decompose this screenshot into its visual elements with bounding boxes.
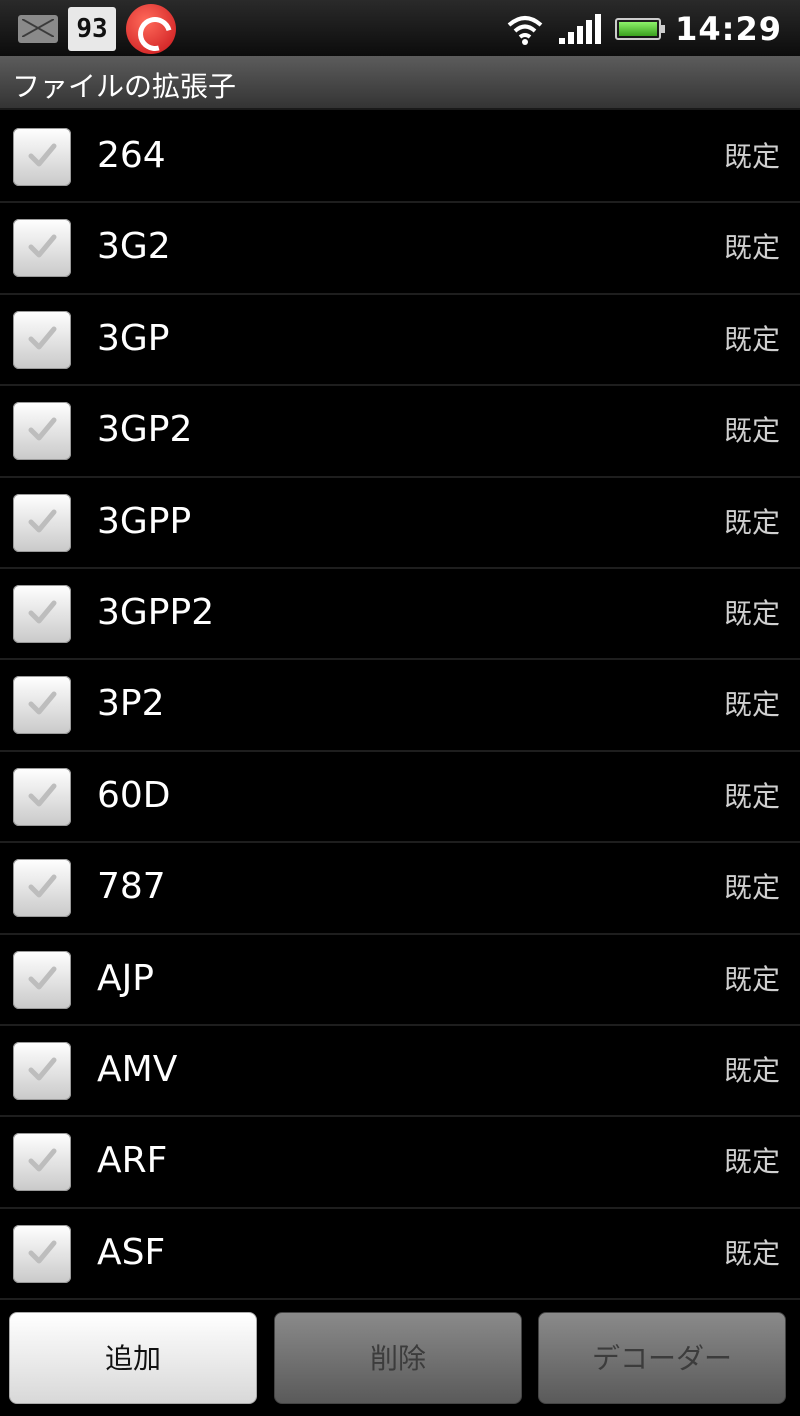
checkbox[interactable] <box>13 493 71 552</box>
default-tag: 既定 <box>723 322 780 356</box>
extension-label: 60D <box>97 774 171 816</box>
page-title: ファイルの拡張子 <box>12 70 237 103</box>
default-tag: 既定 <box>723 1145 780 1179</box>
signal-icon <box>559 14 602 44</box>
list-item[interactable]: 3P2 既定 <box>0 660 800 752</box>
default-tag: 既定 <box>723 140 780 173</box>
default-tag: 既定 <box>723 231 780 265</box>
wifi-icon <box>507 16 543 45</box>
mail-icon <box>18 15 58 43</box>
check-icon <box>28 783 57 807</box>
default-tag: 既定 <box>723 505 780 539</box>
checkbox[interactable] <box>13 1224 71 1283</box>
checkbox[interactable] <box>13 402 71 461</box>
check-icon <box>28 1240 57 1264</box>
list-item[interactable]: 3GP2 既定 <box>0 386 800 478</box>
extension-label: 3GP2 <box>97 409 193 451</box>
extension-label: 3GPP2 <box>97 591 215 633</box>
title-bar: ファイルの拡張子 <box>0 56 800 110</box>
checkbox[interactable] <box>13 859 71 918</box>
checkbox[interactable] <box>13 767 71 826</box>
checkbox[interactable] <box>13 584 71 643</box>
checkbox[interactable] <box>13 1133 71 1192</box>
extension-label: 3GPP <box>97 500 192 542</box>
battery-fill <box>619 22 658 36</box>
checkbox[interactable] <box>13 1041 71 1100</box>
extension-label: 264 <box>97 135 166 176</box>
status-bar: 93 14:29 <box>0 0 800 56</box>
calendar-icon: 93 <box>68 7 116 51</box>
check-icon <box>28 417 57 441</box>
extension-label: 3P2 <box>97 683 165 725</box>
list-item[interactable]: 264 既定 <box>0 112 800 204</box>
extension-label: 3G2 <box>97 226 171 268</box>
default-tag: 既定 <box>723 871 780 905</box>
checkbox[interactable] <box>13 676 71 735</box>
list-item[interactable]: ASF 既定 <box>0 1209 800 1301</box>
default-tag: 既定 <box>723 414 780 448</box>
checkbox[interactable] <box>13 128 71 186</box>
clock: 14:29 <box>675 10 782 48</box>
decoder-button[interactable]: デコーダー <box>538 1312 786 1404</box>
delete-button[interactable]: 削除 <box>274 1312 522 1404</box>
extension-label: AMV <box>97 1048 178 1090</box>
list-item[interactable]: 787 既定 <box>0 843 800 935</box>
list-item[interactable]: 3GPP 既定 <box>0 478 800 569</box>
trend-micro-icon <box>126 4 176 54</box>
check-icon <box>28 326 57 350</box>
default-tag: 既定 <box>723 688 780 722</box>
checkbox[interactable] <box>13 950 71 1009</box>
add-button[interactable]: 追加 <box>9 1312 257 1404</box>
default-tag: 既定 <box>723 962 780 996</box>
check-icon <box>28 874 57 898</box>
notification-icons: 93 <box>18 4 176 54</box>
extension-label: ASF <box>97 1231 166 1273</box>
check-icon <box>28 600 57 624</box>
check-icon <box>28 509 57 533</box>
default-tag: 既定 <box>723 1053 780 1087</box>
list-item[interactable]: 60D 既定 <box>0 752 800 844</box>
system-icons: 14:29 <box>505 6 782 52</box>
checkbox[interactable] <box>13 219 71 278</box>
default-tag: 既定 <box>723 596 780 630</box>
check-icon <box>28 143 57 167</box>
list-item[interactable]: ARF 既定 <box>0 1117 800 1209</box>
check-icon <box>28 1148 57 1172</box>
button-bar: 追加 削除 デコーダー <box>0 1300 800 1416</box>
list-item[interactable]: AJP 既定 <box>0 935 800 1026</box>
list-item[interactable]: 3G2 既定 <box>0 203 800 295</box>
list-item[interactable]: AMV 既定 <box>0 1026 800 1118</box>
list-item[interactable]: 3GPP2 既定 <box>0 569 800 661</box>
extension-label: 787 <box>97 866 166 908</box>
list-item[interactable]: 3GP 既定 <box>0 295 800 387</box>
default-tag: 既定 <box>723 1236 780 1270</box>
check-icon <box>28 1057 57 1081</box>
extension-label: AJP <box>97 957 154 999</box>
checkbox[interactable] <box>13 310 71 369</box>
check-icon <box>28 234 57 258</box>
default-tag: 既定 <box>723 779 780 813</box>
extension-label: 3GP <box>97 317 170 359</box>
extension-list[interactable]: 264 既定 3G2 既定 3GP 既定 3GP2 既定 3GPP 既定 3GPP2 既定 3P2 既定 6… <box>0 112 800 1301</box>
check-icon <box>28 691 57 715</box>
check-icon <box>28 966 57 990</box>
extension-label: ARF <box>97 1140 168 1182</box>
battery-icon <box>615 18 666 40</box>
